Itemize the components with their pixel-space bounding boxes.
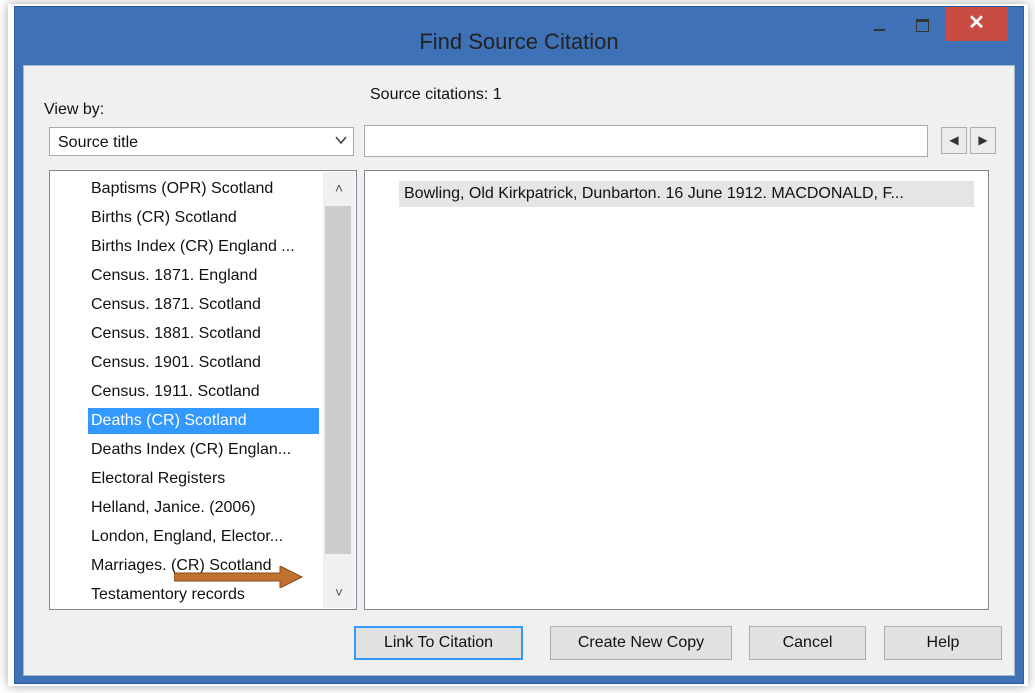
list-item[interactable]: London, England, Elector... bbox=[88, 524, 319, 550]
create-new-copy-button[interactable]: Create New Copy bbox=[550, 626, 732, 660]
source-title-list[interactable]: Baptisms (OPR) Scotland Births (CR) Scot… bbox=[49, 170, 357, 610]
source-citations-count: Source citations: 1 bbox=[370, 86, 502, 103]
view-by-selected-value: Source title bbox=[58, 134, 139, 151]
cancel-button[interactable]: Cancel bbox=[749, 626, 866, 660]
create-new-copy-label: Create New Copy bbox=[577, 634, 705, 651]
search-input[interactable] bbox=[364, 125, 928, 157]
link-to-citation-label: Link To Citation bbox=[383, 634, 494, 651]
close-button[interactable]: ✕ bbox=[945, 7, 1008, 41]
list-item[interactable]: Electoral Registers bbox=[88, 466, 319, 492]
chevron-down-icon bbox=[335, 133, 347, 150]
view-by-select[interactable]: Source title bbox=[49, 127, 354, 156]
next-button[interactable]: ▶ bbox=[970, 127, 996, 154]
view-by-label-text: View by: bbox=[44, 101, 105, 118]
list-item[interactable]: Baptisms (OPR) Scotland bbox=[88, 176, 319, 202]
maximize-button[interactable] bbox=[901, 7, 943, 41]
list-item[interactable]: Births Index (CR) England ... bbox=[88, 234, 319, 260]
previous-button[interactable]: ◀ bbox=[941, 127, 967, 154]
scroll-up-button[interactable]: ˄ bbox=[323, 172, 355, 204]
list-item[interactable]: Census. 1901. Scotland bbox=[88, 350, 319, 376]
annotation-arrow-icon bbox=[174, 566, 304, 588]
list-item-selected[interactable]: Deaths (CR) Scotland bbox=[88, 408, 319, 434]
triangle-left-icon: ◀ bbox=[949, 133, 959, 147]
chevron-down-icon: ˅ bbox=[334, 584, 344, 600]
triangle-right-icon: ▶ bbox=[978, 133, 988, 147]
help-button[interactable]: Help bbox=[884, 626, 1002, 660]
scroll-down-button[interactable]: ˅ bbox=[323, 576, 355, 608]
list-item[interactable]: Census. 1881. Scotland bbox=[88, 321, 319, 347]
cancel-label: Cancel bbox=[782, 634, 833, 651]
chevron-up-icon: ˄ bbox=[334, 180, 344, 196]
link-to-citation-button[interactable]: Link To Citation bbox=[354, 626, 523, 660]
citation-list[interactable]: Bowling, Old Kirkpatrick, Dunbarton. 16 … bbox=[364, 170, 989, 610]
list-item[interactable]: Births (CR) Scotland bbox=[88, 205, 319, 231]
close-icon: ✕ bbox=[968, 12, 985, 34]
view-by-label: View by: bbox=[44, 101, 104, 119]
title-bar[interactable]: Find Source Citation ✕ bbox=[15, 7, 1023, 65]
list-item[interactable]: Census. 1911. Scotland bbox=[88, 379, 319, 405]
list-item[interactable]: Deaths Index (CR) Englan... bbox=[88, 437, 319, 463]
minimize-button[interactable] bbox=[857, 7, 901, 41]
list-item[interactable]: Census. 1871. England bbox=[88, 263, 319, 289]
list-item[interactable]: Census. 1871. Scotland bbox=[88, 292, 319, 318]
list-item[interactable]: Helland, Janice. (2006) bbox=[88, 495, 319, 521]
vertical-scrollbar[interactable]: ˄ ˅ bbox=[323, 172, 355, 608]
help-label: Help bbox=[926, 634, 960, 651]
citation-row[interactable]: Bowling, Old Kirkpatrick, Dunbarton. 16 … bbox=[399, 181, 974, 207]
scroll-thumb[interactable] bbox=[325, 206, 351, 554]
